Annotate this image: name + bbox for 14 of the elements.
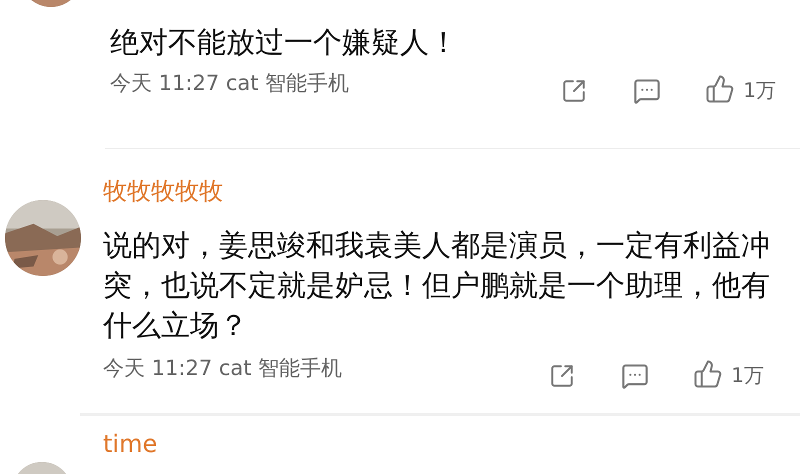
comment-icon[interactable] [633,77,662,105]
like-icon[interactable] [705,74,736,104]
username[interactable]: 牧牧牧牧牧 [103,175,223,207]
comment-text: 绝对不能放过一个嫌疑人！ [110,24,459,61]
comment-text: 说的对，姜思竣和我袁美人都是演员，一定有利益冲突，也说不定就是妒忌！但户鹏就是一个助理，他有什么立场？ [103,227,771,344]
comment-meta: 今天 11:27 cat 智能手机 [110,70,350,98]
like-count: 1万 [731,362,764,389]
username[interactable]: time [103,428,158,460]
share-icon[interactable] [561,78,588,104]
share-icon[interactable] [549,363,576,389]
like-icon[interactable] [693,359,724,389]
comment-meta: 今天 11:27 cat 智能手机 [103,355,342,382]
like-count: 1万 [743,77,776,104]
comment-icon[interactable] [621,362,650,390]
